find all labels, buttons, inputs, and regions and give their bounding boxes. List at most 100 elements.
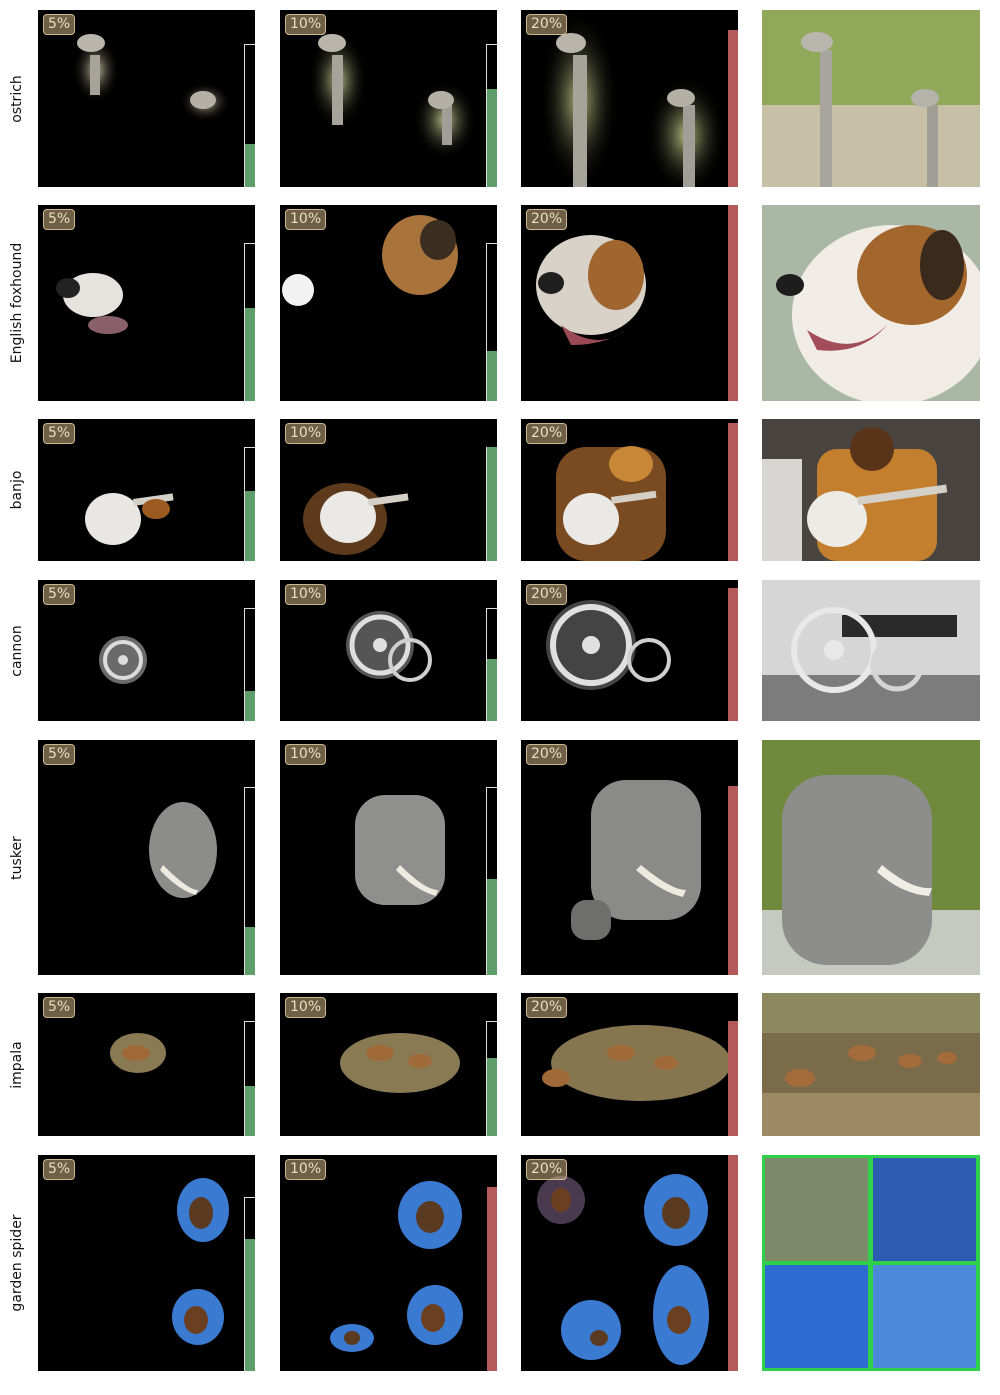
saliency-panel-5: 5% xyxy=(38,993,255,1136)
confidence-bar xyxy=(245,491,255,561)
saliency-panel-20: 20% xyxy=(521,740,738,975)
confidence-bar xyxy=(728,1021,738,1136)
row-label: banjo xyxy=(9,470,25,510)
spider-photo-2 xyxy=(873,1158,976,1261)
saliency-panel-5: 5% xyxy=(38,205,255,401)
confidence-bar xyxy=(728,588,738,721)
percent-badge: 5% xyxy=(43,584,76,605)
spider-photo-3 xyxy=(765,1265,868,1368)
original-image-grid xyxy=(762,1155,980,1371)
saliency-panel-20: 20% xyxy=(521,419,738,561)
ostrich-photo xyxy=(762,10,980,187)
masked-image xyxy=(539,10,726,187)
confidence-bar xyxy=(487,879,497,975)
original-image xyxy=(762,740,980,975)
percent-badge: 10% xyxy=(285,14,327,35)
percent-badge: 10% xyxy=(285,997,327,1018)
saliency-panel-10: 10% xyxy=(280,740,497,975)
original-image xyxy=(762,993,980,1136)
original-image xyxy=(762,205,980,401)
saliency-panel-5: 5% xyxy=(38,740,255,975)
masked-image xyxy=(282,215,458,306)
saliency-panel-10: 10% xyxy=(280,1155,497,1371)
original-image xyxy=(762,580,980,721)
row-ostrich: ostrich 5% 10% 20% xyxy=(0,10,1000,187)
masked-image xyxy=(536,235,646,345)
masked-image xyxy=(355,795,445,905)
spider-photo-4 xyxy=(873,1265,976,1368)
masked-image xyxy=(172,1178,229,1345)
percent-badge: 5% xyxy=(43,997,76,1018)
row-label: tusker xyxy=(9,835,25,880)
saliency-panel-20: 20% xyxy=(521,1155,738,1371)
saliency-panel-20: 20% xyxy=(521,10,738,187)
masked-image xyxy=(56,273,128,334)
confidence-bar xyxy=(487,89,497,187)
saliency-panel-20: 20% xyxy=(521,205,738,401)
confidence-bar xyxy=(245,308,255,401)
banjo-photo xyxy=(762,419,980,561)
original-image xyxy=(762,419,980,561)
masked-image xyxy=(537,1174,709,1365)
percent-badge: 5% xyxy=(43,209,76,230)
percent-badge: 20% xyxy=(526,209,568,230)
saliency-panel-20: 20% xyxy=(521,580,738,721)
masked-image xyxy=(308,30,477,160)
row-garden-spider: garden spider 5% 10% 20% xyxy=(0,1155,1000,1371)
saliency-panel-10: 10% xyxy=(280,419,497,561)
foxhound-photo xyxy=(762,205,980,401)
confidence-bar xyxy=(245,144,255,187)
row-impala: impala 5% 10% 20% xyxy=(0,993,1000,1136)
spider-photo-1 xyxy=(765,1158,868,1261)
confidence-bar xyxy=(487,1187,497,1371)
percent-badge: 5% xyxy=(43,423,76,444)
percent-badge: 10% xyxy=(285,744,327,765)
confidence-bar xyxy=(487,351,497,401)
confidence-bar xyxy=(728,1155,738,1371)
percent-badge: 20% xyxy=(526,14,568,35)
saliency-panel-5: 5% xyxy=(38,10,255,187)
saliency-panel-5: 5% xyxy=(38,419,255,561)
percent-badge: 10% xyxy=(285,584,327,605)
percent-badge: 10% xyxy=(285,209,327,230)
percent-badge: 20% xyxy=(526,584,568,605)
percent-badge: 5% xyxy=(43,14,76,35)
row-label: garden spider xyxy=(9,1214,25,1312)
elephant-photo xyxy=(762,740,980,975)
confidence-bar xyxy=(245,1086,255,1136)
masked-image xyxy=(330,1181,463,1352)
row-tusker: tusker 5% 10% 20% xyxy=(0,740,1000,975)
confidence-bar xyxy=(728,423,738,561)
confidence-bar xyxy=(245,1239,255,1371)
percent-badge: 20% xyxy=(526,1159,568,1180)
original-image xyxy=(762,10,980,187)
confidence-bar xyxy=(487,659,497,721)
percent-badge: 10% xyxy=(285,423,327,444)
confidence-bar xyxy=(487,1058,497,1136)
saliency-panel-5: 5% xyxy=(38,1155,255,1371)
saliency-panel-5: 5% xyxy=(38,580,255,721)
row-english-foxhound: English foxhound 5% 10% 20% xyxy=(0,205,1000,401)
row-label: impala xyxy=(9,1040,25,1089)
percent-badge: 20% xyxy=(526,744,568,765)
row-label: English foxhound xyxy=(9,242,25,364)
impala-photo xyxy=(762,993,980,1136)
masked-image xyxy=(571,780,701,940)
confidence-bar xyxy=(245,691,255,721)
confidence-bar xyxy=(728,786,738,975)
saliency-panel-20: 20% xyxy=(521,993,738,1136)
confidence-bar xyxy=(728,205,738,401)
percent-badge: 20% xyxy=(526,423,568,444)
row-label: cannon xyxy=(9,624,25,677)
percent-badge: 10% xyxy=(285,1159,327,1180)
saliency-panel-10: 10% xyxy=(280,993,497,1136)
saliency-panel-10: 10% xyxy=(280,580,497,721)
percent-badge: 5% xyxy=(43,744,76,765)
masked-image xyxy=(72,34,231,122)
percent-badge: 5% xyxy=(43,1159,76,1180)
row-cannon: cannon 5% 10% 20% xyxy=(0,580,1000,721)
saliency-panel-10: 10% xyxy=(280,10,497,187)
row-banjo: banjo 5% 10% 20% xyxy=(0,419,1000,561)
cannon-photo xyxy=(762,580,980,721)
confidence-bar xyxy=(487,447,497,561)
